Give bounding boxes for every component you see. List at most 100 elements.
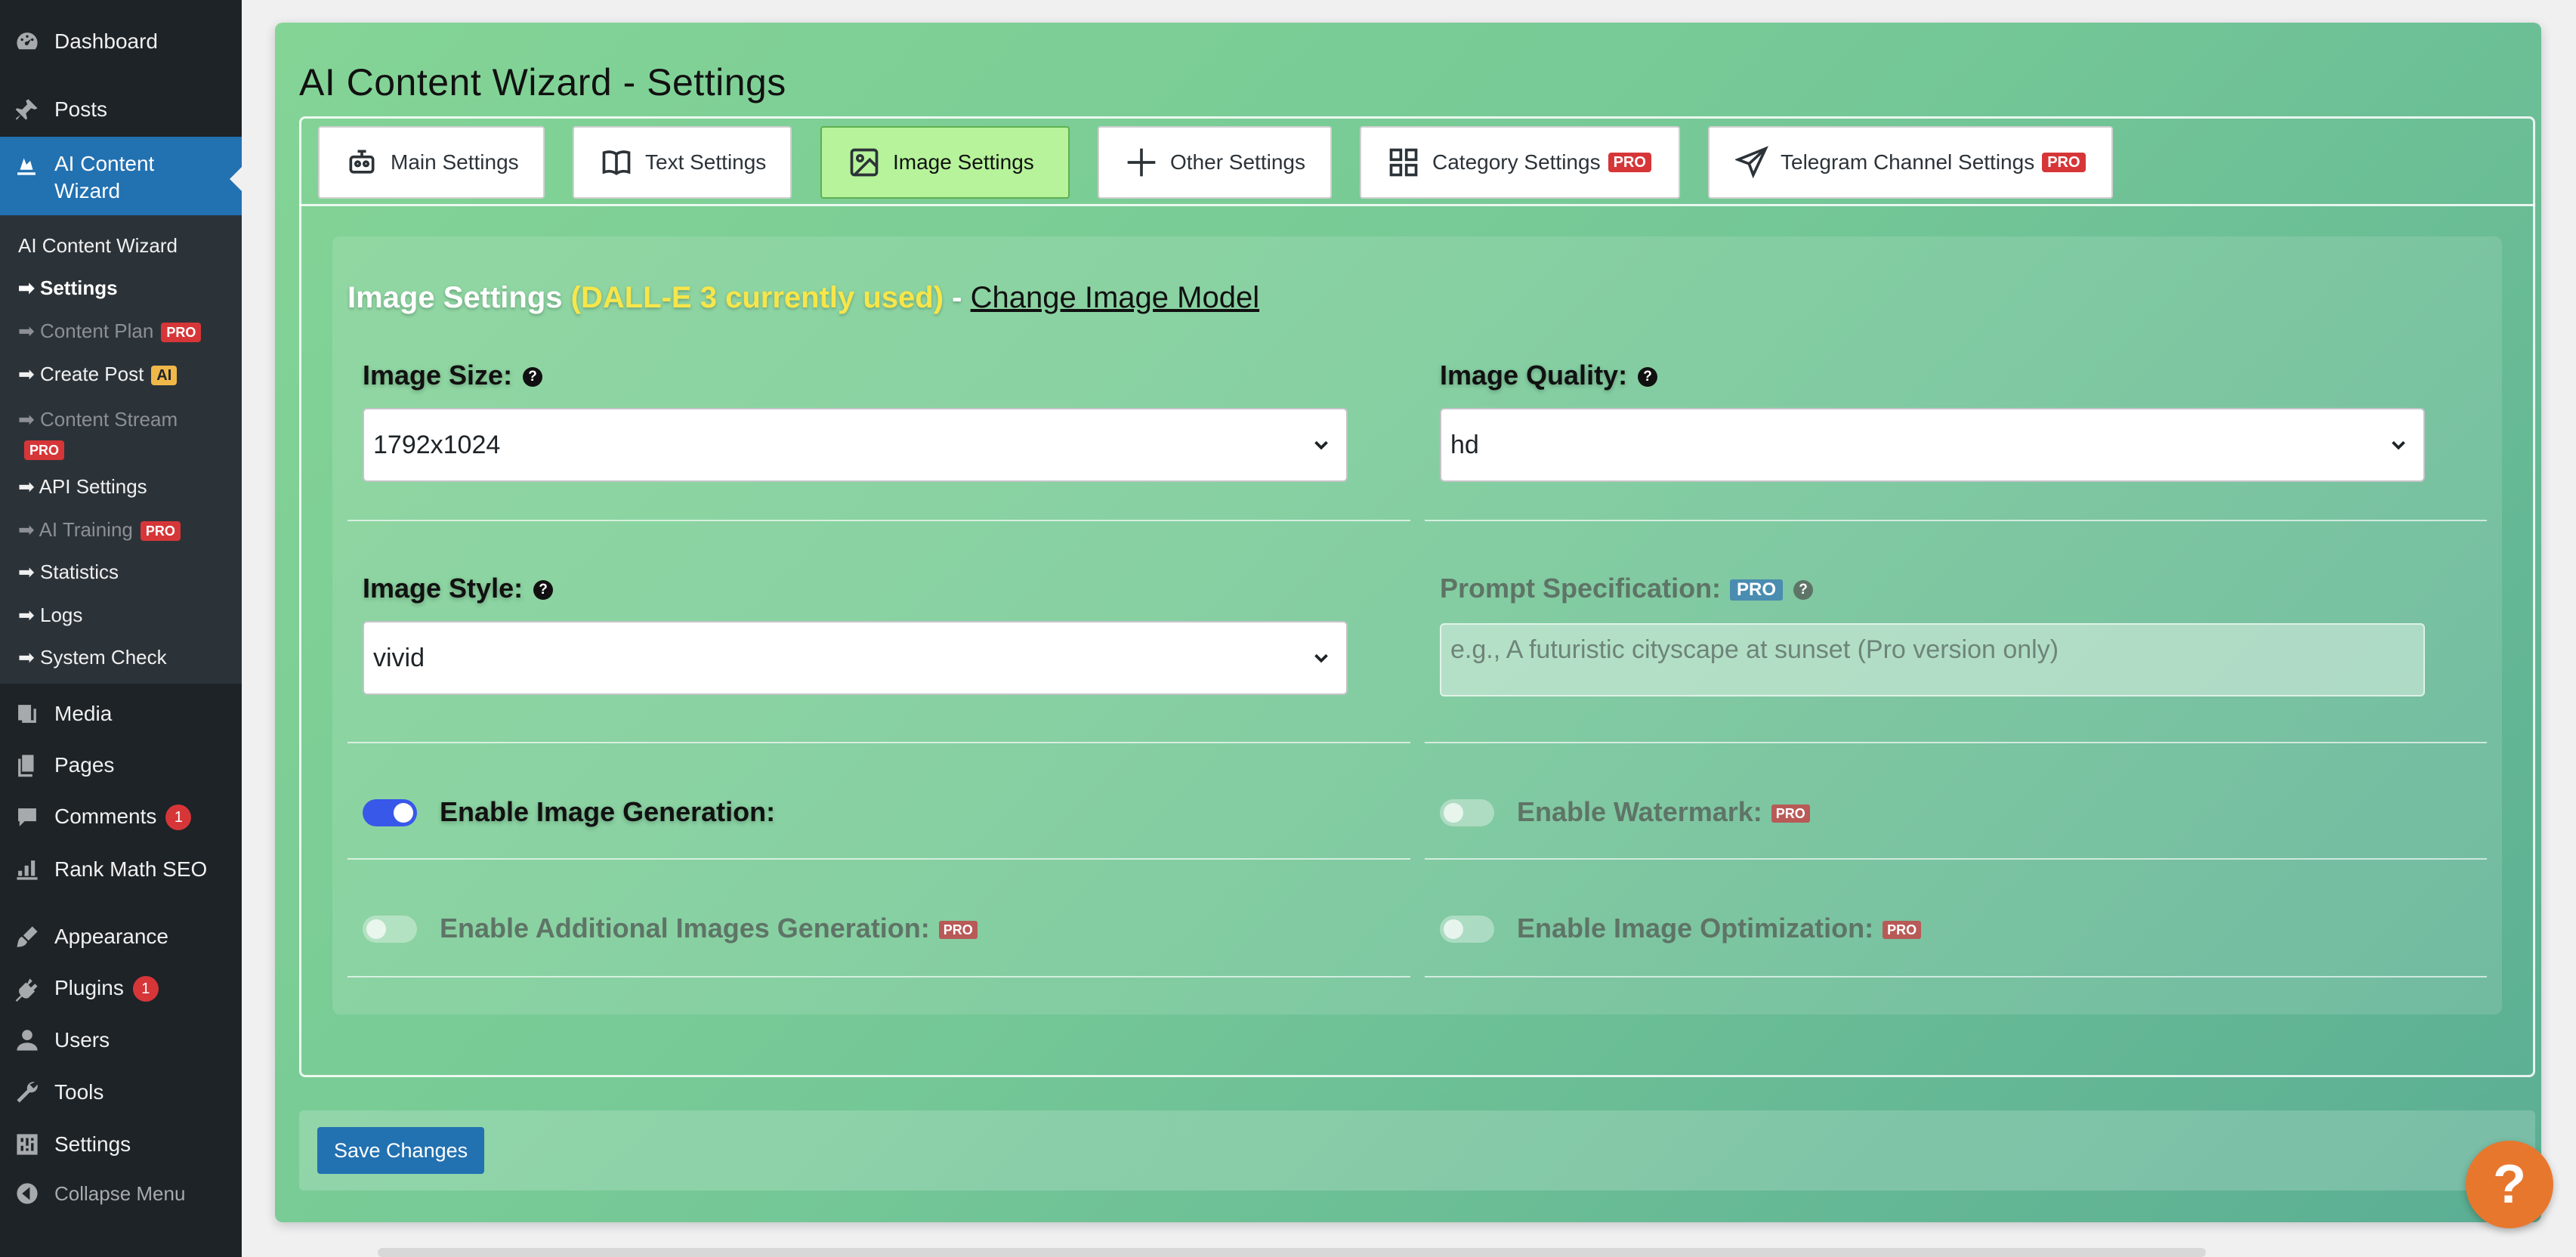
pro-badge: PRO bbox=[140, 521, 181, 542]
submenu-item-ai-training[interactable]: ➡ AI Training PRO bbox=[18, 518, 181, 542]
submenu-item-statistics[interactable]: ➡ Statistics bbox=[18, 561, 119, 584]
menu-label: Pages bbox=[54, 753, 115, 777]
tab-label: Category Settings bbox=[1432, 150, 1601, 174]
enable-image-generation-label: Enable Image Generation: bbox=[440, 796, 776, 827]
pin-icon bbox=[14, 96, 41, 123]
enable-watermark-label: Enable Watermark: PRO bbox=[1517, 796, 1810, 828]
tab-label: Text Settings bbox=[645, 150, 767, 174]
help-icon[interactable]: ? bbox=[533, 580, 554, 601]
pro-badge: PRO bbox=[938, 921, 978, 940]
image-quality-select[interactable]: hd bbox=[1440, 408, 2425, 482]
submenu-item-content-plan[interactable]: ➡ Content Plan PRO bbox=[18, 320, 202, 343]
tab-label: Telegram Channel Settings bbox=[1781, 150, 2035, 174]
help-icon[interactable]: ? bbox=[1793, 580, 1814, 601]
menu-label: Rank Math SEO bbox=[54, 857, 208, 881]
tab-main-settings[interactable]: Main Settings bbox=[318, 126, 545, 199]
help-icon[interactable]: ? bbox=[523, 367, 543, 388]
change-image-model-link[interactable]: Change Image Model bbox=[971, 281, 1259, 314]
tab-other-settings[interactable]: Other Settings bbox=[1098, 126, 1332, 199]
menu-label: Appearance bbox=[54, 925, 169, 948]
plugins-count-badge: 1 bbox=[132, 976, 159, 1002]
comments-count-badge: 1 bbox=[165, 805, 192, 831]
menu-label: Media bbox=[54, 702, 113, 725]
help-icon[interactable]: ? bbox=[1638, 367, 1658, 388]
menu-dashboard[interactable]: Dashboard bbox=[0, 17, 242, 66]
menu-label: Dashboard bbox=[54, 29, 158, 53]
pro-badge: PRO bbox=[1730, 579, 1784, 601]
image-style-label: Image Style:? bbox=[363, 573, 554, 604]
menu-ai-content-wizard[interactable]: AI Content Wizard bbox=[0, 137, 242, 215]
menu-settings[interactable]: Settings bbox=[0, 1120, 242, 1169]
pro-badge: PRO bbox=[1883, 921, 1922, 940]
prompt-specification-label: Prompt Specification: PRO? bbox=[1440, 573, 1814, 604]
enable-image-generation-toggle[interactable] bbox=[363, 799, 417, 826]
sliders-icon bbox=[14, 1131, 41, 1158]
enable-additional-images-toggle[interactable] bbox=[363, 916, 417, 943]
tab-text-settings[interactable]: Text Settings bbox=[573, 126, 792, 199]
image-style-select[interactable]: vivid bbox=[363, 621, 1348, 695]
menu-pages[interactable]: Pages bbox=[0, 741, 242, 789]
row-divider bbox=[1425, 520, 2487, 521]
help-button[interactable]: ? bbox=[2466, 1141, 2553, 1228]
menu-collapse[interactable]: Collapse Menu bbox=[0, 1169, 242, 1218]
submenu-item-content-stream[interactable]: ➡ Content Stream PRO bbox=[18, 406, 178, 461]
submenu-item-logs[interactable]: ➡ Logs bbox=[18, 604, 82, 627]
chevron-down-icon bbox=[1310, 647, 1333, 669]
row-divider bbox=[347, 976, 1410, 977]
menu-tools[interactable]: Tools bbox=[0, 1068, 242, 1116]
prompt-specification-input[interactable]: e.g., A futuristic cityscape at sunset (… bbox=[1440, 623, 2425, 696]
chevron-down-icon bbox=[2387, 434, 2410, 456]
tab-divider bbox=[299, 204, 2535, 206]
ai-badge: AI bbox=[151, 366, 178, 386]
robot-icon bbox=[345, 146, 378, 179]
menu-appearance[interactable]: Appearance bbox=[0, 913, 242, 961]
pro-badge: PRO bbox=[1608, 153, 1651, 172]
submenu: AI Content Wizard ➡ Settings ➡ Content P… bbox=[0, 215, 242, 684]
menu-label: Tools bbox=[54, 1080, 104, 1104]
image-quality-label: Image Quality:? bbox=[1440, 360, 1658, 391]
book-icon bbox=[600, 146, 633, 179]
tab-label: Other Settings bbox=[1170, 150, 1305, 174]
submenu-item-api-settings[interactable]: ➡ API Settings bbox=[18, 475, 147, 499]
pro-badge: PRO bbox=[161, 323, 202, 343]
enable-image-optimization-toggle[interactable] bbox=[1440, 916, 1494, 943]
tab-label: Image Settings bbox=[893, 150, 1034, 174]
pro-badge: PRO bbox=[24, 440, 65, 461]
enable-additional-images-label: Enable Additional Images Generation: PRO bbox=[440, 913, 978, 944]
save-changes-button[interactable]: Save Changes bbox=[317, 1127, 485, 1174]
save-bar bbox=[299, 1110, 2535, 1191]
media-icon bbox=[14, 700, 41, 727]
menu-media[interactable]: Media bbox=[0, 690, 242, 738]
row-divider bbox=[1425, 742, 2487, 743]
enable-watermark-toggle[interactable] bbox=[1440, 799, 1494, 826]
menu-posts[interactable]: Posts bbox=[0, 85, 242, 134]
menu-label: Collapse Menu bbox=[54, 1181, 186, 1205]
submenu-item-ai-content-wizard[interactable]: AI Content Wizard bbox=[18, 234, 178, 258]
brush-icon bbox=[14, 923, 41, 950]
menu-comments[interactable]: Comments 1 bbox=[0, 793, 242, 842]
tab-image-settings[interactable]: Image Settings bbox=[820, 126, 1070, 199]
pro-badge: PRO bbox=[1771, 805, 1810, 823]
menu-label: AI Content Wizard bbox=[54, 152, 155, 202]
submenu-item-system-check[interactable]: ➡ System Check bbox=[18, 646, 167, 669]
tab-telegram-channel-settings[interactable]: Telegram Channel Settings PRO bbox=[1708, 126, 2113, 199]
submenu-item-settings[interactable]: ➡ Settings bbox=[18, 276, 118, 300]
chart-icon bbox=[14, 856, 41, 883]
menu-label: Plugins 1 bbox=[54, 976, 159, 1002]
image-icon bbox=[848, 146, 881, 179]
row-divider bbox=[347, 858, 1410, 860]
image-size-select[interactable]: 1792x1024 bbox=[363, 408, 1348, 482]
tab-label: Main Settings bbox=[391, 150, 519, 174]
dashboard-icon bbox=[14, 28, 41, 55]
menu-label: Settings bbox=[54, 1132, 131, 1156]
plus-icon bbox=[1125, 146, 1158, 179]
menu-plugins[interactable]: Plugins 1 bbox=[0, 965, 242, 1013]
collapse-icon bbox=[14, 1180, 41, 1207]
menu-rank-math-seo[interactable]: Rank Math SEO bbox=[0, 845, 242, 894]
row-divider bbox=[347, 742, 1410, 743]
tab-category-settings[interactable]: Category Settings PRO bbox=[1360, 126, 1680, 199]
menu-users[interactable]: Users bbox=[0, 1016, 242, 1064]
submenu-item-create-post[interactable]: ➡ Create Post AI bbox=[18, 363, 178, 386]
pro-badge: PRO bbox=[2042, 153, 2086, 172]
menu-label: Comments 1 bbox=[54, 805, 192, 831]
